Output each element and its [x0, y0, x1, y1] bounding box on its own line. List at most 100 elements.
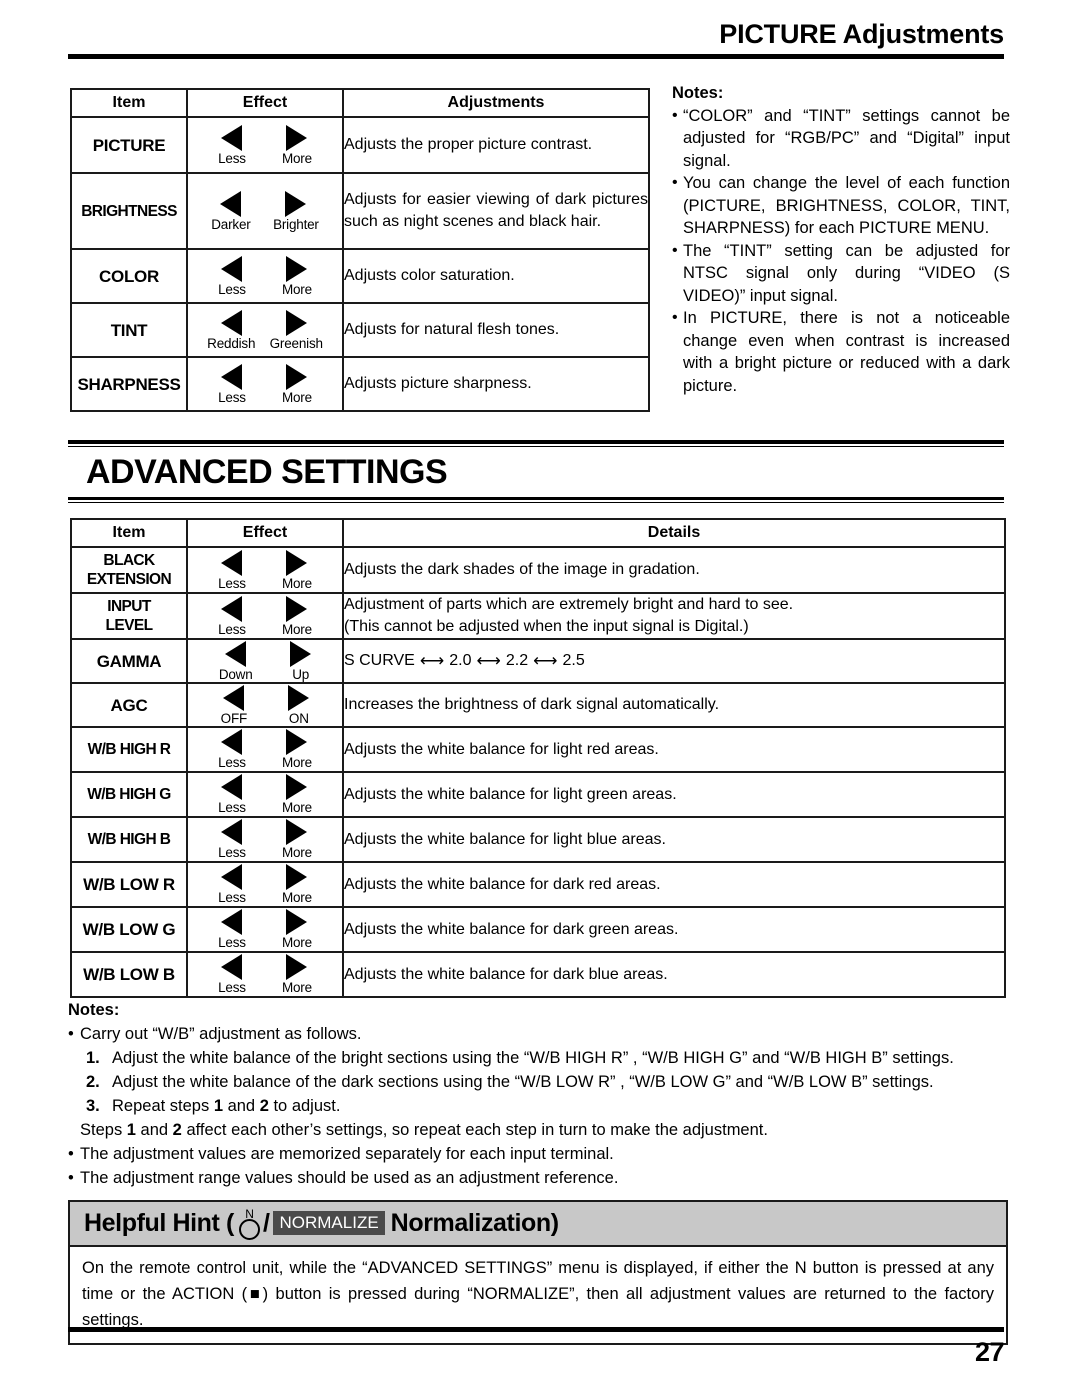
arrow-right-icon	[286, 729, 308, 756]
effect-arrows: Darker Brighter	[188, 190, 342, 232]
effect-increase: More	[282, 774, 312, 815]
arrow-right-icon	[286, 255, 308, 282]
effect-decrease: Less	[218, 819, 246, 860]
bullet-glyph: •	[672, 174, 678, 191]
effect-cell: Less More	[186, 816, 344, 863]
table-row: COLOR Less More Adjusts color saturation.	[70, 248, 650, 304]
effect-increase: More	[282, 595, 312, 637]
bullet-glyph: •	[68, 1025, 74, 1043]
effect-arrows: Less More	[188, 909, 342, 950]
gamma-sequence: S CURVE ⟷ 2.0 ⟷ 2.2 ⟷ 2.5	[344, 650, 585, 672]
table-row: W/B HIGH R Less More Adjusts the white bala…	[70, 726, 1006, 773]
effect-cell: Less More	[186, 546, 344, 594]
arrow-right-icon	[286, 595, 308, 622]
circle-icon	[238, 1219, 260, 1240]
arrow-left-icon	[221, 774, 243, 801]
effect-arrows: Less More	[188, 595, 342, 637]
row-item-w-b-low-b: W/B LOW B	[70, 951, 188, 998]
effect-left-label: Less	[218, 800, 246, 816]
note-step-number: 1.	[86, 1049, 100, 1067]
table-row: TINT Reddish Greenish Adjusts for natural f…	[70, 302, 650, 358]
effect-right-label: More	[281, 980, 312, 996]
effect-decrease: Less	[218, 909, 246, 950]
picture-notes-title: Notes:	[672, 84, 724, 102]
effect-left-label: Down	[218, 666, 253, 682]
effect-left-label: Reddish	[207, 335, 256, 351]
effect-right-label: More	[281, 800, 312, 816]
arrow-right-icon	[286, 124, 308, 151]
row-description: Adjusts for natural flesh tones.	[342, 302, 650, 358]
picture-adjustments-table: Item Effect Adjustments PICTURE Less More A…	[70, 88, 650, 412]
helpful-hint-suffix: Normalization)	[390, 1208, 559, 1237]
helpful-hint-header: Helpful Hint ( N / NORMALIZE Normalizati…	[70, 1202, 1006, 1247]
effect-left-label: Less	[218, 389, 246, 405]
row-details-line1: Adjusts the white balance for light red …	[344, 740, 659, 758]
effect-arrows: Less More	[188, 549, 342, 591]
effect-increase: More	[281, 549, 312, 591]
row-description: Adjusts picture sharpness.	[342, 356, 650, 412]
header-rule	[68, 54, 1004, 59]
arrow-left-icon	[221, 595, 243, 622]
row-item-w-b-high-b: W/B HIGH B	[70, 816, 188, 863]
bullet-glyph: •	[68, 1145, 74, 1163]
left-right-arrow-icon: ⟷	[476, 651, 501, 670]
effect-increase: Greenish	[270, 309, 323, 351]
slash-separator: /	[262, 1208, 270, 1237]
effect-arrows: Less More	[188, 729, 342, 770]
effect-increase: More	[282, 729, 312, 770]
note-step: 3. Repeat steps 1 and 2 to adjust.	[68, 1094, 1014, 1118]
arrow-left-icon	[220, 309, 242, 336]
row-description: Adjusts for easier viewing of dark pictu…	[342, 172, 650, 250]
note-text: In PICTURE, there is not a noticeable ch…	[683, 309, 1010, 395]
effect-right-label: More	[281, 150, 312, 166]
note-text: You can change the level of each functio…	[683, 174, 1010, 237]
effect-left-label: Less	[218, 150, 246, 166]
row-details: Adjusts the white balance for dark red a…	[342, 861, 1006, 908]
arrow-left-icon	[220, 190, 242, 217]
note-text: “COLOR” and “TINT” settings cannot be ad…	[683, 106, 1010, 170]
effect-decrease: OFF	[220, 684, 248, 726]
row-details: Adjusts the white balance for light gree…	[342, 771, 1006, 818]
effect-decrease: Less	[218, 774, 246, 815]
table-row: PICTURE Less More Adjusts the proper pictur…	[70, 116, 650, 174]
row-details-line2: (This cannot be adjusted when the input …	[344, 618, 749, 635]
arrow-right-icon	[285, 309, 307, 336]
arrow-left-icon	[221, 363, 243, 390]
bullet-glyph: •	[672, 106, 678, 124]
effect-decrease: Reddish	[207, 309, 256, 351]
bullet-glyph: •	[672, 309, 678, 326]
effect-decrease: Less	[218, 729, 246, 770]
effect-right-label: Up	[292, 666, 310, 682]
table-row: INPUT LEVEL Less More Adjustment of parts wh…	[70, 592, 1006, 640]
effect-left-label: Darker	[211, 216, 251, 232]
arrow-left-icon	[223, 684, 245, 711]
row-item-brightness: BRIGHTNESS	[70, 172, 188, 250]
effect-left-label: OFF	[220, 710, 248, 726]
col-header-effect: Effect	[186, 88, 344, 118]
arrow-right-icon	[286, 774, 308, 801]
note-lead: • Carry out “W/B” adjustment as follows.	[68, 1022, 1014, 1046]
note-text: The adjustment values are memorized sepa…	[80, 1145, 614, 1163]
effect-left-label: Less	[218, 845, 246, 861]
arrow-left-icon	[221, 864, 243, 891]
bullet-glyph: •	[672, 241, 678, 259]
effect-right-label: More	[281, 575, 312, 591]
effect-cell: Less More	[186, 116, 344, 174]
table-row: GAMMA Down Up S CURVE ⟷ 2.0 ⟷ 2.2 ⟷ 2.5	[70, 638, 1006, 684]
effect-arrows: Less More	[188, 864, 342, 905]
effect-decrease: Less	[218, 124, 246, 166]
table-row: BLACK EXTENSION Less More Adjusts the dark s…	[70, 546, 1006, 594]
table-row: W/B LOW G Less More Adjusts the white balan…	[70, 906, 1006, 953]
note-item: • “COLOR” and “TINT” settings cannot be a…	[672, 105, 1010, 173]
note-step-number: 3.	[86, 1097, 100, 1115]
effect-arrows: Less More	[188, 255, 342, 297]
section-rule-bottom-thin	[68, 502, 1004, 503]
footer-rule	[68, 1327, 1004, 1332]
arrow-left-icon	[225, 640, 247, 667]
effect-right-label: ON	[288, 710, 309, 726]
row-details-line1: Adjusts the white balance for dark blue …	[344, 965, 668, 983]
row-item-line1: INPUT	[107, 598, 151, 615]
note-item: • In PICTURE, there is not a noticeable c…	[672, 307, 1010, 397]
section-title: ADVANCED SETTINGS	[86, 453, 448, 491]
note-step-text: Adjust the white balance of the bright s…	[112, 1049, 954, 1067]
